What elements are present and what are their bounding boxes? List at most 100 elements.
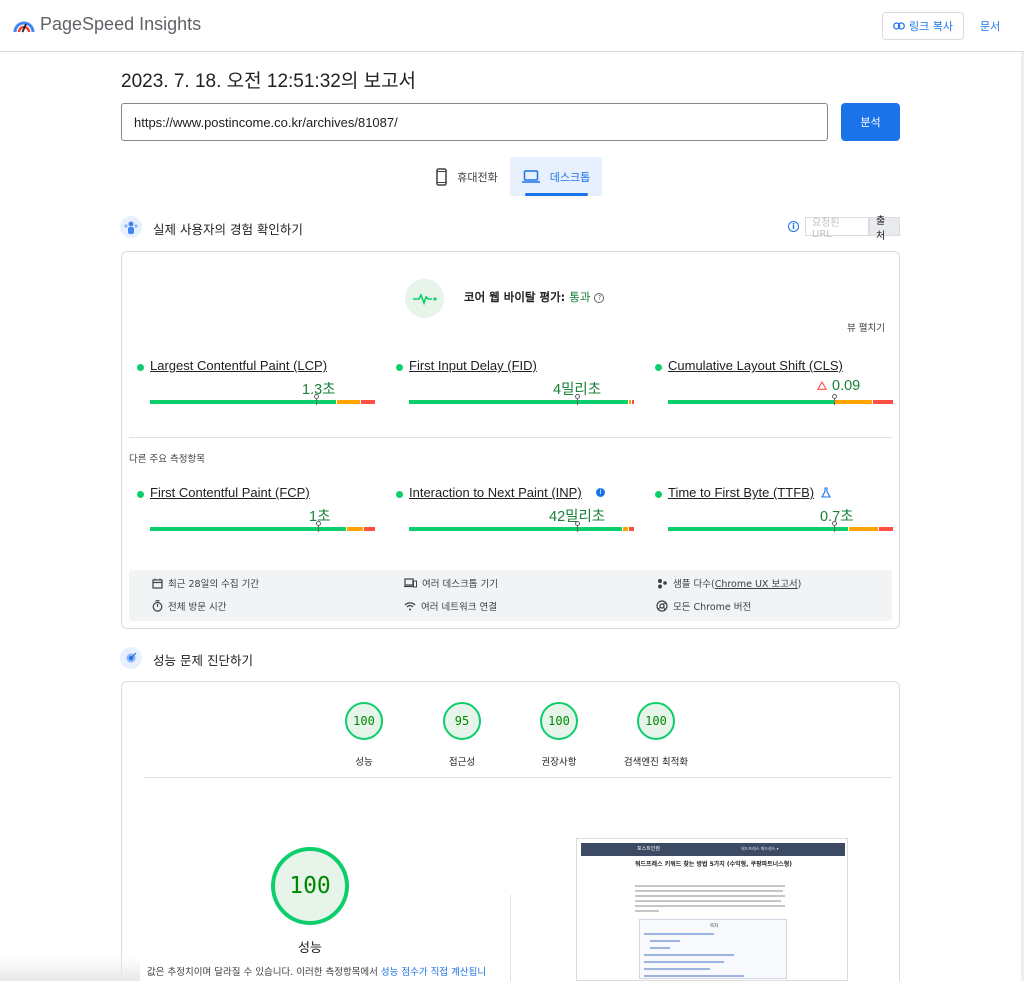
needs-improvement-segment: [834, 400, 873, 404]
metric-name[interactable]: Cumulative Layout Shift (CLS): [668, 358, 843, 373]
category-best-practices[interactable]: 100 권장사항: [509, 702, 609, 768]
chrome-versions-label: 모든 Chrome 버전: [673, 602, 752, 613]
good-segment: [409, 400, 629, 404]
pulse-icon: [405, 279, 444, 318]
needs-improvement-segment: [629, 400, 632, 404]
metric-name[interactable]: Interaction to Next Paint (INP): [409, 485, 582, 500]
needs-improvement-segment: [347, 527, 364, 531]
screenshot-toc-line: [644, 954, 734, 956]
page-screenshot[interactable]: 포스트인컴 워드프레스 애드센스 ▾ 워드프레스 키워드 찾는 방법 5가지 (…: [576, 838, 848, 981]
calendar-icon: [152, 578, 163, 589]
good-segment: [668, 400, 834, 404]
disclaimer-text: 값은 추정치이며 달라질 수 있습니다. 이러한 측정항목에서: [147, 967, 381, 978]
status-good-dot: [396, 491, 403, 498]
metric-fcp: First Contentful Paint (FCP) 1초: [137, 485, 382, 545]
score-calculation-link[interactable]: 성능 점수가 직접 계산됩니: [381, 967, 486, 978]
screenshot-text-line: [635, 895, 785, 897]
url-input[interactable]: [121, 103, 828, 141]
other-metrics-label: 다른 주요 측정항목: [129, 454, 205, 465]
poor-segment: [879, 527, 893, 531]
category-accessibility[interactable]: 95 접근성: [412, 702, 512, 768]
poor-segment: [364, 527, 375, 531]
distribution-bar: [668, 400, 893, 404]
chrome-icon: [656, 600, 668, 612]
score-gauge: 100: [540, 702, 578, 740]
metric-name[interactable]: Time to First Byte (TTFB): [668, 485, 814, 500]
copy-link-label: 링크 복사: [909, 20, 953, 33]
category-label: 성능: [355, 757, 373, 768]
screenshot-toc-line: [644, 961, 724, 963]
metric-cls: Cumulative Layout Shift (CLS) 0.09: [655, 358, 900, 418]
metric-value-row: 0.09: [816, 378, 860, 394]
field-data-title: 실제 사용자의 경험 확인하기: [153, 222, 303, 237]
metric-name[interactable]: First Contentful Paint (FCP): [150, 485, 310, 500]
diagnostics-title: 성능 문제 진단하기: [153, 653, 253, 668]
toggle-requested-url[interactable]: 요청된 URL: [805, 217, 869, 240]
performance-score-label: 성능: [298, 941, 322, 956]
app-title[interactable]: PageSpeed Insights: [40, 14, 201, 35]
device-types-label: 여러 데스크톱 기기: [422, 579, 498, 590]
poor-segment: [629, 527, 634, 531]
screenshot-text-line: [635, 905, 785, 907]
metric-inp: Interaction to Next Paint (INP) i 42밀리초: [396, 485, 641, 545]
visit-duration-label: 전체 방문 시간: [168, 602, 227, 613]
status-good-dot: [396, 364, 403, 371]
percentile-marker: [314, 394, 319, 405]
cwv-assessment: 코어 웹 바이탈 평가: 통과?: [464, 289, 605, 305]
category-seo[interactable]: 100 검색엔진 최적화: [606, 702, 706, 768]
percentile-marker: [832, 394, 837, 405]
chrome-ux-report-link[interactable]: Chrome UX 보고서: [715, 579, 798, 590]
metric-ttfb: Time to First Byte (TTFB) 0.7초: [655, 485, 900, 545]
distribution-bar: [668, 527, 893, 531]
help-icon[interactable]: ?: [594, 293, 605, 303]
wifi-icon: [404, 602, 416, 611]
sample-size: 샘플 다수(Chrome UX 보고서): [656, 576, 801, 590]
laptop-icon: [521, 170, 540, 183]
category-performance[interactable]: 100 성능: [314, 702, 414, 768]
metric-name[interactable]: First Input Delay (FID): [409, 358, 537, 373]
cwv-assessment-status: 통과: [569, 290, 591, 304]
metric-name[interactable]: Largest Contentful Paint (LCP): [150, 358, 327, 373]
poor-segment: [873, 400, 893, 404]
performance-score-gauge: 100: [271, 847, 349, 925]
score-gauge: 100: [637, 702, 675, 740]
analyze-button[interactable]: 분석: [841, 103, 900, 141]
flask-icon[interactable]: [821, 487, 831, 498]
category-label: 접근성: [448, 757, 476, 768]
percentile-marker: [316, 521, 321, 532]
copy-link-button[interactable]: 링크 복사: [882, 12, 964, 40]
timer-icon: [152, 600, 163, 612]
collection-period-label: 최근 28일의 수집 기간: [168, 579, 260, 590]
status-good-dot: [655, 364, 662, 371]
link-icon: [893, 22, 905, 30]
tab-mobile[interactable]: 휴대전화: [424, 157, 510, 196]
screenshot-toc-line: [650, 947, 670, 949]
needs-improvement-segment: [849, 527, 879, 531]
screenshot-toc-line: [644, 933, 714, 935]
cwv-assessment-label: 코어 웹 바이탈 평가:: [464, 290, 570, 304]
toggle-origin[interactable]: 출처: [869, 216, 900, 242]
expand-view-link[interactable]: 뷰 펼치기: [847, 320, 885, 334]
network-types: 여러 네트워크 연결: [404, 599, 497, 613]
visit-duration: 전체 방문 시간: [152, 599, 226, 613]
status-good-dot: [137, 491, 144, 498]
network-types-label: 여러 네트워크 연결: [421, 602, 497, 613]
status-good-dot: [655, 491, 662, 498]
info-icon[interactable]: i: [788, 221, 799, 232]
collection-period: 최근 28일의 수집 기간: [152, 576, 259, 590]
smartphone-icon: [436, 167, 447, 186]
docs-link[interactable]: 문서: [980, 18, 1000, 34]
metric-lcp: Largest Contentful Paint (LCP) 1.3초: [137, 358, 382, 418]
tab-desktop[interactable]: 데스크톱: [510, 157, 602, 196]
pagespeed-logo-icon[interactable]: [12, 14, 36, 36]
sample-size-suffix: ): [797, 579, 802, 590]
categories-divider: [144, 777, 892, 778]
top-bar: PageSpeed Insights 링크 복사 문서: [0, 0, 1024, 52]
status-good-dot: [137, 364, 144, 371]
info-icon[interactable]: i: [596, 488, 605, 497]
screenshot-text-line: [635, 885, 785, 887]
chrome-versions: 모든 Chrome 버전: [656, 599, 751, 613]
screenshot-toc: 목차: [639, 919, 787, 979]
needs-improvement-segment: [337, 400, 361, 404]
percentile-marker: [575, 394, 580, 405]
